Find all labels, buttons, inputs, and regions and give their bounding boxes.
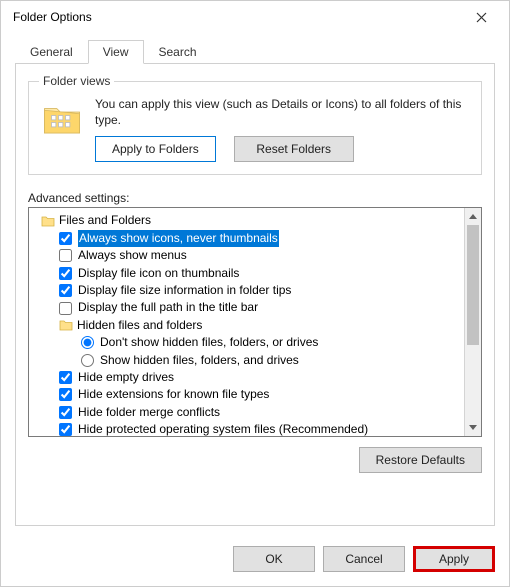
setting-checkbox[interactable] <box>59 249 72 262</box>
setting-item[interactable]: Don't show hidden files, folders, or dri… <box>33 334 464 351</box>
advanced-settings-section: Advanced settings: Files and FoldersAlwa… <box>28 187 482 473</box>
setting-checkbox[interactable] <box>59 232 72 245</box>
setting-radio[interactable] <box>81 336 94 349</box>
close-icon <box>476 12 487 23</box>
setting-item[interactable]: Display the full path in the title bar <box>33 299 464 316</box>
setting-item[interactable]: Always show menus <box>33 247 464 264</box>
scroll-track[interactable] <box>465 225 481 419</box>
setting-group[interactable]: Files and Folders <box>33 212 464 229</box>
setting-item[interactable]: Hide empty drives <box>33 369 464 386</box>
setting-item[interactable]: Hide protected operating system files (R… <box>33 421 464 436</box>
setting-item[interactable]: Hide extensions for known file types <box>33 386 464 403</box>
tab-general[interactable]: General <box>15 40 88 64</box>
setting-checkbox[interactable] <box>59 388 72 401</box>
folder-views-description: You can apply this view (such as Details… <box>95 96 471 128</box>
tab-view[interactable]: View <box>88 40 144 64</box>
apply-button[interactable]: Apply <box>413 546 495 572</box>
setting-label: Display file icon on thumbnails <box>78 265 239 282</box>
setting-label: Show hidden files, folders, and drives <box>100 352 299 369</box>
setting-checkbox[interactable] <box>59 267 72 280</box>
scroll-up-button[interactable] <box>465 208 481 225</box>
setting-label: Display file size information in folder … <box>78 282 291 299</box>
setting-checkbox[interactable] <box>59 302 72 315</box>
folder-icon <box>59 318 73 332</box>
setting-checkbox[interactable] <box>59 371 72 384</box>
setting-label: Display the full path in the title bar <box>78 299 258 316</box>
folder-icon <box>41 214 55 228</box>
setting-item[interactable]: Show hidden files, folders, and drives <box>33 352 464 369</box>
setting-label: Always show icons, never thumbnails <box>78 230 279 247</box>
advanced-settings-label: Advanced settings: <box>28 191 482 205</box>
setting-item[interactable]: Always show icons, never thumbnails <box>33 230 464 247</box>
cancel-button[interactable]: Cancel <box>323 546 405 572</box>
setting-label: Hide extensions for known file types <box>78 386 269 403</box>
setting-label: Hide empty drives <box>78 369 174 386</box>
close-button[interactable] <box>461 3 501 31</box>
setting-radio[interactable] <box>81 354 94 367</box>
setting-item[interactable]: Display file size information in folder … <box>33 282 464 299</box>
tab-search[interactable]: Search <box>144 40 212 64</box>
ok-button[interactable]: OK <box>233 546 315 572</box>
setting-label: Hidden files and folders <box>77 317 202 334</box>
tabs: General View Search <box>15 39 495 63</box>
folder-options-window: Folder Options General View Search Folde… <box>0 0 510 587</box>
folder-views-icon <box>39 96 85 142</box>
window-title: Folder Options <box>13 10 461 24</box>
dialog-buttons: OK Cancel Apply <box>1 538 509 586</box>
setting-label: Files and Folders <box>59 212 151 229</box>
setting-item[interactable]: Display file icon on thumbnails <box>33 265 464 282</box>
setting-label: Don't show hidden files, folders, or dri… <box>100 334 318 351</box>
chevron-down-icon <box>469 425 477 430</box>
setting-label: Always show menus <box>78 247 187 264</box>
titlebar: Folder Options <box>1 1 509 33</box>
advanced-settings-list[interactable]: Files and FoldersAlways show icons, neve… <box>28 207 482 437</box>
setting-label: Hide folder merge conflicts <box>78 404 220 421</box>
folder-views-legend: Folder views <box>39 74 114 88</box>
setting-label: Hide protected operating system files (R… <box>78 421 368 436</box>
tab-panel-view: Folder views <box>15 63 495 526</box>
setting-item[interactable]: Hide folder merge conflicts <box>33 404 464 421</box>
setting-checkbox[interactable] <box>59 423 72 436</box>
setting-checkbox[interactable] <box>59 406 72 419</box>
apply-to-folders-button[interactable]: Apply to Folders <box>95 136 216 162</box>
dialog-body: General View Search Folder views <box>1 33 509 538</box>
restore-defaults-button[interactable]: Restore Defaults <box>359 447 482 473</box>
chevron-up-icon <box>469 214 477 219</box>
folder-views-group: Folder views <box>28 74 482 175</box>
setting-item[interactable]: Hidden files and folders <box>33 317 464 334</box>
setting-checkbox[interactable] <box>59 284 72 297</box>
scroll-down-button[interactable] <box>465 419 481 436</box>
scrollbar[interactable] <box>464 208 481 436</box>
reset-folders-button[interactable]: Reset Folders <box>234 136 354 162</box>
scroll-thumb[interactable] <box>467 225 479 345</box>
